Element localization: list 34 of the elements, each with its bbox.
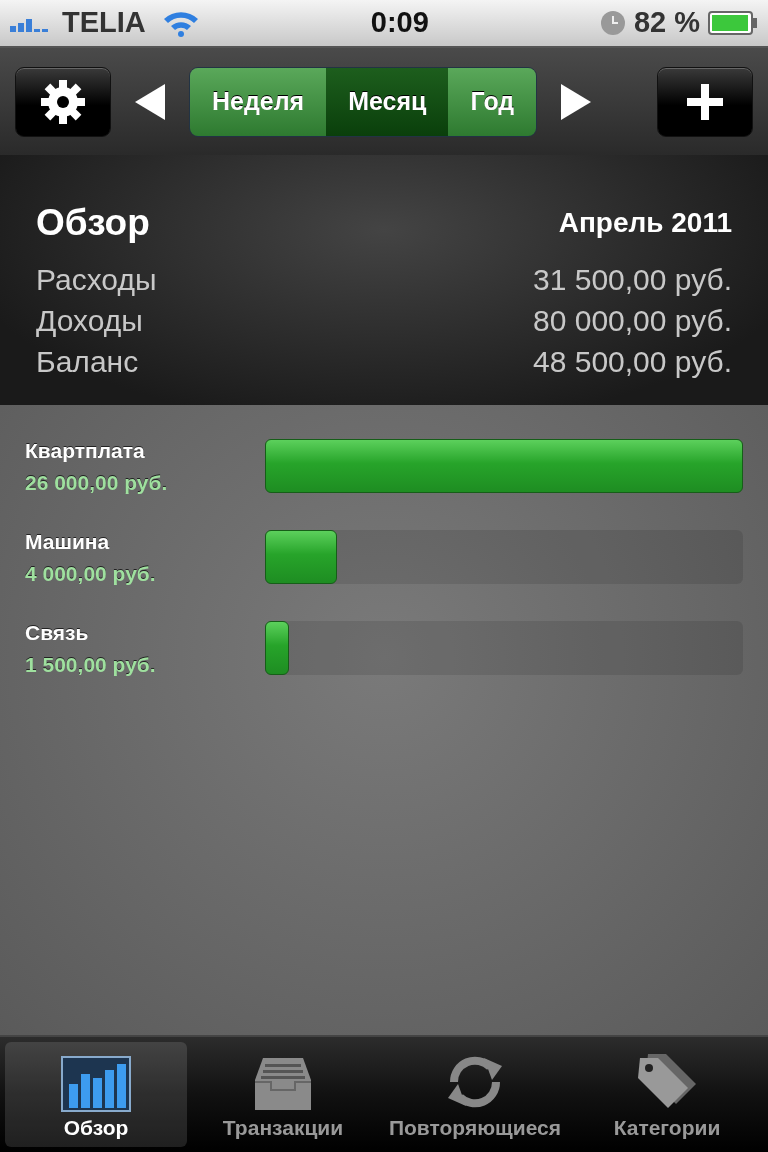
tab-bar-item[interactable]: Обзор [5,1042,187,1147]
period-tab[interactable]: Неделя [190,67,327,136]
plus-icon [687,83,723,120]
summary-label: Расходы [36,261,157,298]
summary-value: 48 500,00 руб. [533,343,732,380]
tab-bar-item[interactable]: Транзакции [187,1042,379,1147]
summary-title: Обзор [36,201,150,245]
clock-icon [599,10,626,36]
category-amount: 4 000,00 руб. [25,560,156,587]
category-amount: 26 000,00 руб. [25,469,168,496]
inbox-tray-icon [253,1055,313,1112]
period-tab[interactable]: Год [448,67,537,136]
carrier-name: TELIA [62,5,146,41]
status-time: 0:09 [369,5,430,41]
period-label: Апрель 2011 [558,205,732,240]
add-button[interactable] [657,66,753,137]
category-name: Квартплата [25,438,146,464]
previous-button[interactable] [135,83,165,120]
settings-icon [39,77,87,126]
tab-bar-item[interactable]: Повторяющиеся [379,1042,571,1147]
tab-bar-item[interactable]: Категории [571,1042,763,1147]
period-tab[interactable]: Месяц [326,67,449,136]
summary-label: Доходы [36,302,143,339]
bar-chart-icon [61,1055,131,1112]
summary-value: 31 500,00 руб. [533,261,732,298]
battery-percentage: 82 % [633,5,700,41]
category-name: Связь [25,620,90,646]
next-button[interactable] [561,83,592,120]
settings-button[interactable] [15,66,111,137]
battery-icon [708,11,758,35]
category-name: Машина [25,529,111,555]
category-amount: 1 500,00 руб. [25,651,156,678]
summary-value: 80 000,00 руб. [533,302,732,339]
summary-label: Баланс [36,343,139,380]
